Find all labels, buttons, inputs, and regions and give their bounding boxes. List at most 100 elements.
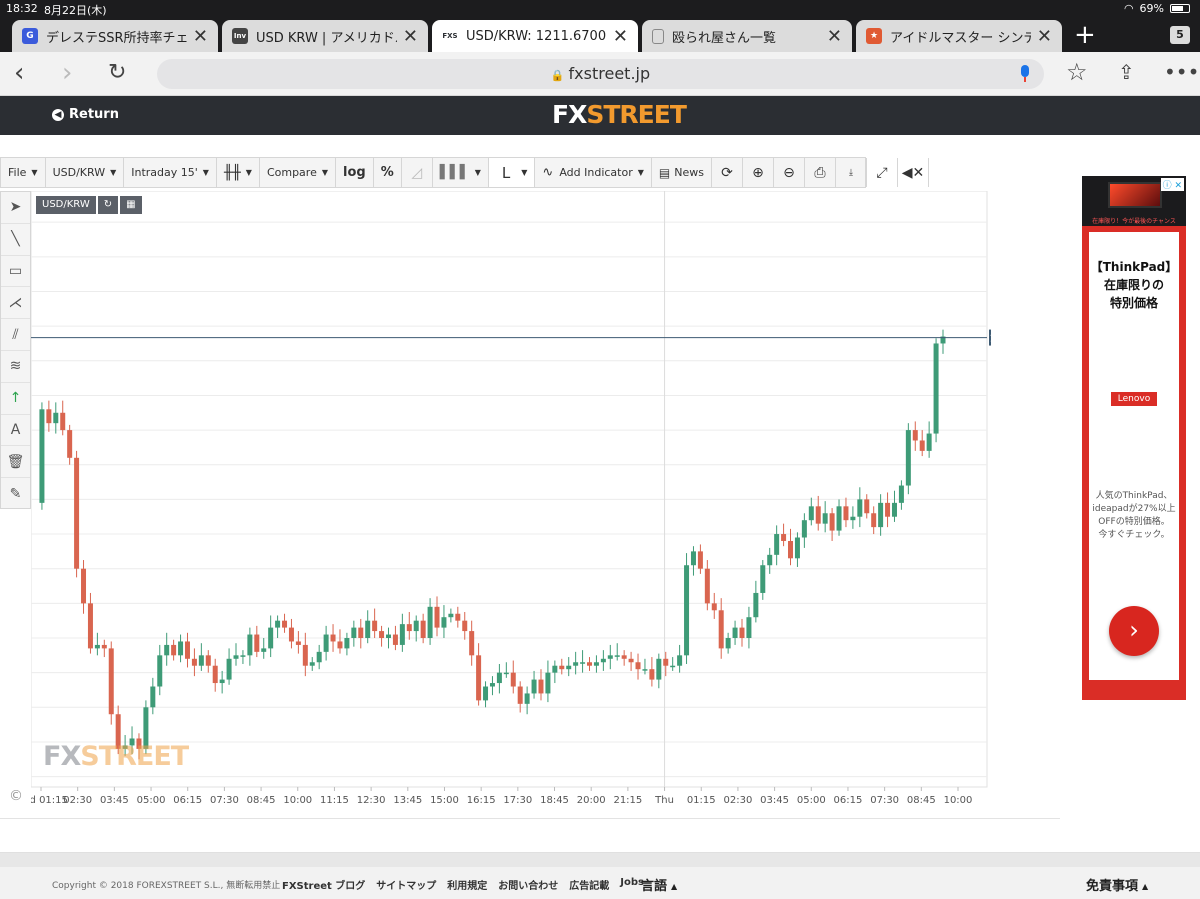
ad-hero[interactable]: 在庫限り！今が最後のチャンス ⓘ ✕ (1082, 176, 1186, 226)
chart-calendar-icon[interactable]: ▦ (120, 196, 142, 214)
more-menu-icon[interactable]: ••• (1164, 62, 1199, 82)
browser-tab[interactable]: ★ アイドルマスター シンデレ ✕ (856, 20, 1062, 52)
candle-body (108, 648, 114, 715)
x-tick-label: 03:45 (100, 795, 129, 806)
forward-icon[interactable]: › (62, 60, 72, 86)
chart-symbol-badge[interactable]: USD/KRW (36, 196, 96, 214)
address-bar[interactable]: 🔒 fxstreet.jp (157, 59, 1044, 89)
bookmark-star-icon[interactable]: ☆ (1066, 60, 1088, 84)
microphone-icon[interactable] (1020, 65, 1030, 83)
candle-body (330, 634, 336, 642)
png-export-icon[interactable]: ⤓ (836, 158, 867, 187)
candle-body (316, 651, 322, 663)
candle-body (864, 499, 870, 514)
interval-select[interactable]: Intraday 15' ▼ (124, 158, 217, 187)
language-menu[interactable]: 言語 ▲ (641, 875, 677, 894)
advertisement[interactable]: 在庫限り！今が最後のチャンス ⓘ ✕ 【ThinkPad】 在庫限りの 特別価格… (1082, 176, 1186, 700)
candle-body (732, 627, 738, 638)
footer-link-sitemap[interactable]: サイトマップ (376, 877, 436, 892)
browser-tab[interactable]: Inv USD KRW | アメリカドル 韓 ✕ (222, 20, 428, 52)
adchoices-icon[interactable]: ⓘ ✕ (1160, 178, 1184, 191)
x-tick-label: 21:15 (613, 795, 642, 806)
close-tab-icon[interactable]: ✕ (403, 26, 418, 47)
zoom-out-icon[interactable]: ⊖ (774, 158, 805, 187)
candle-body (621, 655, 627, 659)
ad-panel[interactable]: 【ThinkPad】 在庫限りの 特別価格 Lenovo 人気のThinkPad… (1089, 232, 1179, 680)
candle-body (46, 409, 52, 424)
candle-body (829, 513, 835, 531)
close-tab-icon[interactable]: ✕ (613, 26, 628, 47)
compare-menu[interactable]: Compare ▼ (260, 158, 337, 187)
site-footer: Copyright © 2018 FOREXSTREET S.L., 無断転用禁… (0, 852, 1200, 899)
url-text: fxstreet.jp (568, 64, 651, 83)
trash-icon[interactable]: 🗑 (1, 446, 30, 479)
new-tab-icon[interactable]: + (1074, 22, 1096, 48)
tab-title: USD KRW | アメリカドル 韓 (256, 30, 397, 46)
footer-link-advertise[interactable]: 広告記載 (569, 877, 609, 892)
mute-icon[interactable]: ◀✕ (898, 158, 929, 187)
candle-body (891, 502, 897, 517)
scale-select[interactable]: L ▼ (488, 158, 536, 187)
reload-icon[interactable]: ↻ (108, 62, 126, 84)
tab-title: アイドルマスター シンデレ (890, 30, 1031, 46)
candlestick-icon: ╫╫ (223, 164, 241, 181)
candle-body (531, 679, 537, 694)
volume-button[interactable]: ▌▌▌ ▼ (433, 158, 489, 187)
zoom-in-icon[interactable]: ⊕ (743, 158, 774, 187)
browser-tab-active[interactable]: FXS USD/KRW: 1211.67000 ▲ 0 ✕ (432, 20, 638, 52)
chart-reset-icon[interactable]: ↻ (97, 196, 119, 214)
ad-headline: 【ThinkPad】 在庫限りの 特別価格 (1089, 258, 1179, 312)
footer-link-blog[interactable]: FXStreet ブログ (282, 877, 365, 892)
candle-body (739, 627, 745, 638)
share-icon[interactable]: ⇪ (1118, 62, 1135, 82)
x-tick-label: 01:15 (687, 795, 716, 806)
ad-chevron-right-icon[interactable]: › (1109, 606, 1159, 656)
log-scale-button[interactable]: log (336, 158, 374, 187)
return-button[interactable]: ◀ Return (52, 107, 119, 122)
footer-link-contact[interactable]: お問い合わせ (498, 877, 558, 892)
rectangle-icon[interactable]: ▭ (1, 256, 30, 288)
pencil-icon[interactable]: ✎ (1, 478, 30, 510)
close-tab-icon[interactable]: ✕ (1037, 26, 1052, 47)
candle-body (101, 644, 107, 649)
refresh-icon[interactable]: ⟳ (712, 158, 743, 187)
caret-up-icon: ▲ (671, 882, 678, 891)
fxstreet-watermark: FXSTREET (43, 741, 189, 772)
print-icon[interactable]: ⎙ (805, 158, 836, 187)
browser-tab[interactable]: 殴られ屋さん一覧 ✕ (642, 20, 852, 52)
fibonacci-icon[interactable]: ≋ (1, 351, 30, 383)
status-right: ◠ 69% (1124, 2, 1190, 15)
x-tick-label: Thu (654, 795, 674, 806)
price-chart[interactable]: 1,199.0001,200.0001,201.0001,202.0001,20… (31, 191, 991, 811)
fxstreet-logo[interactable]: FXSTREET (552, 100, 687, 129)
back-arrow-icon: ◀ (52, 108, 64, 121)
area-chart-icon[interactable]: ◿ (402, 158, 433, 187)
file-label: File (8, 166, 27, 179)
text-tool-icon[interactable]: A (1, 415, 30, 447)
candlestick-chart-svg[interactable]: 1,199.0001,200.0001,201.0001,202.0001,20… (31, 191, 991, 811)
symbol-select[interactable]: USD/KRW ▼ (46, 158, 125, 187)
back-icon[interactable]: ‹ (14, 60, 24, 86)
candle-body (372, 620, 378, 632)
footer-link-terms[interactable]: 利用規定 (447, 877, 487, 892)
chart-type-select[interactable]: ╫╫ ▼ (217, 158, 260, 187)
close-tab-icon[interactable]: ✕ (827, 26, 842, 47)
news-button[interactable]: ▤ News (652, 158, 712, 187)
disclaimer-menu[interactable]: 免責事項 ▲ (1086, 875, 1148, 894)
x-tick-label: 16:15 (467, 795, 496, 806)
fullscreen-icon[interactable]: ⤢ (867, 158, 898, 187)
pointer-icon[interactable]: ➤ (1, 192, 30, 224)
candle-body (684, 565, 690, 656)
add-indicator-menu[interactable]: ∿ Add Indicator ▼ (535, 158, 652, 187)
trend-line-icon[interactable]: ╲ (1, 224, 30, 256)
browser-tab[interactable]: G デレステSSR所持率チェッ ✕ (12, 20, 218, 52)
candle-body (268, 627, 274, 649)
up-arrow-icon[interactable]: ↑ (1, 383, 30, 415)
tab-count-button[interactable]: 5 (1170, 26, 1190, 44)
close-tab-icon[interactable]: ✕ (193, 26, 208, 47)
candle-body (94, 644, 100, 649)
pitchfork-icon[interactable]: ⋌ (1, 287, 30, 320)
file-menu[interactable]: File ▼ (1, 158, 46, 187)
percent-scale-button[interactable]: % (374, 158, 402, 187)
parallel-channel-icon[interactable]: ⫽ (1, 319, 30, 351)
